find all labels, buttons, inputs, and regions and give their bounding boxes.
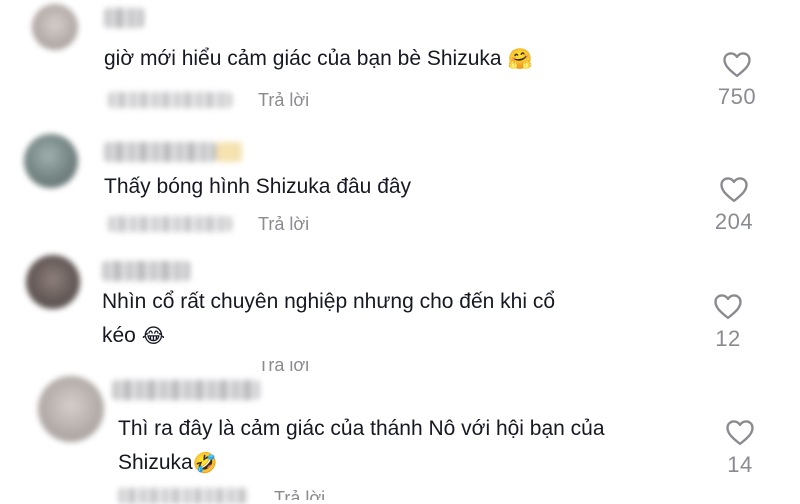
comment-text-line-1: Nhìn cổ rất chuyên nghiệp nhưng cho đến … (102, 290, 556, 313)
like-button[interactable]: 204 (704, 175, 764, 235)
commenter-username[interactable] (102, 261, 190, 281)
commenter-username[interactable] (104, 142, 242, 162)
heart-outline-icon (710, 418, 770, 446)
comment-text-line-2: Shizuka🤣 (118, 451, 218, 475)
heart-outline-icon (698, 292, 758, 320)
hugging-face-emoji: 🤗 (507, 48, 533, 71)
like-button[interactable]: 14 (710, 418, 770, 478)
comment-timestamp (108, 92, 232, 108)
comment-item: Thì ra đây là cảm giác của thánh Nô với … (0, 370, 800, 504)
comment-text-line-1: Thì ra đây là cảm giác của thánh Nô với … (118, 417, 605, 440)
commenter-avatar[interactable] (32, 4, 78, 50)
commenter-avatar[interactable] (24, 134, 78, 188)
like-count: 14 (727, 452, 753, 477)
like-button[interactable]: 12 (698, 292, 758, 352)
tears-of-joy-emoji: 😂 (141, 325, 166, 348)
reply-button[interactable]: Trả lời (274, 488, 325, 500)
like-count: 12 (715, 326, 741, 351)
like-button[interactable]: 750 (707, 50, 767, 110)
comment-item: Thấy bóng hình Shizuka đâu đây Trả lời 2… (0, 120, 800, 245)
like-count: 204 (714, 209, 754, 234)
rolling-on-floor-laughing-emoji: 🤣 (192, 452, 218, 475)
commenter-avatar[interactable] (26, 255, 80, 309)
heart-outline-icon (707, 50, 767, 78)
comment-text: giờ mới hiểu cảm giác của bạn bè Shizuka… (104, 47, 533, 71)
commenter-username[interactable] (104, 8, 144, 28)
heart-outline-icon (704, 175, 764, 203)
comment-timestamp (118, 488, 248, 504)
comment-item: giờ mới hiểu cảm giác của bạn bè Shizuka… (0, 0, 800, 120)
like-count: 750 (717, 84, 757, 109)
comment-item: Nhìn cổ rất chuyên nghiệp nhưng cho đến … (0, 245, 800, 373)
reply-button[interactable]: Trả lời (258, 214, 309, 235)
comment-text-line-2: kéo 😂 (102, 324, 166, 348)
commenter-avatar[interactable] (38, 376, 104, 442)
comment-timestamp (108, 216, 232, 232)
reply-button[interactable]: Trả lời (258, 90, 309, 111)
commenter-username[interactable] (112, 380, 260, 400)
comment-text: Thấy bóng hình Shizuka đâu đây (104, 175, 412, 198)
